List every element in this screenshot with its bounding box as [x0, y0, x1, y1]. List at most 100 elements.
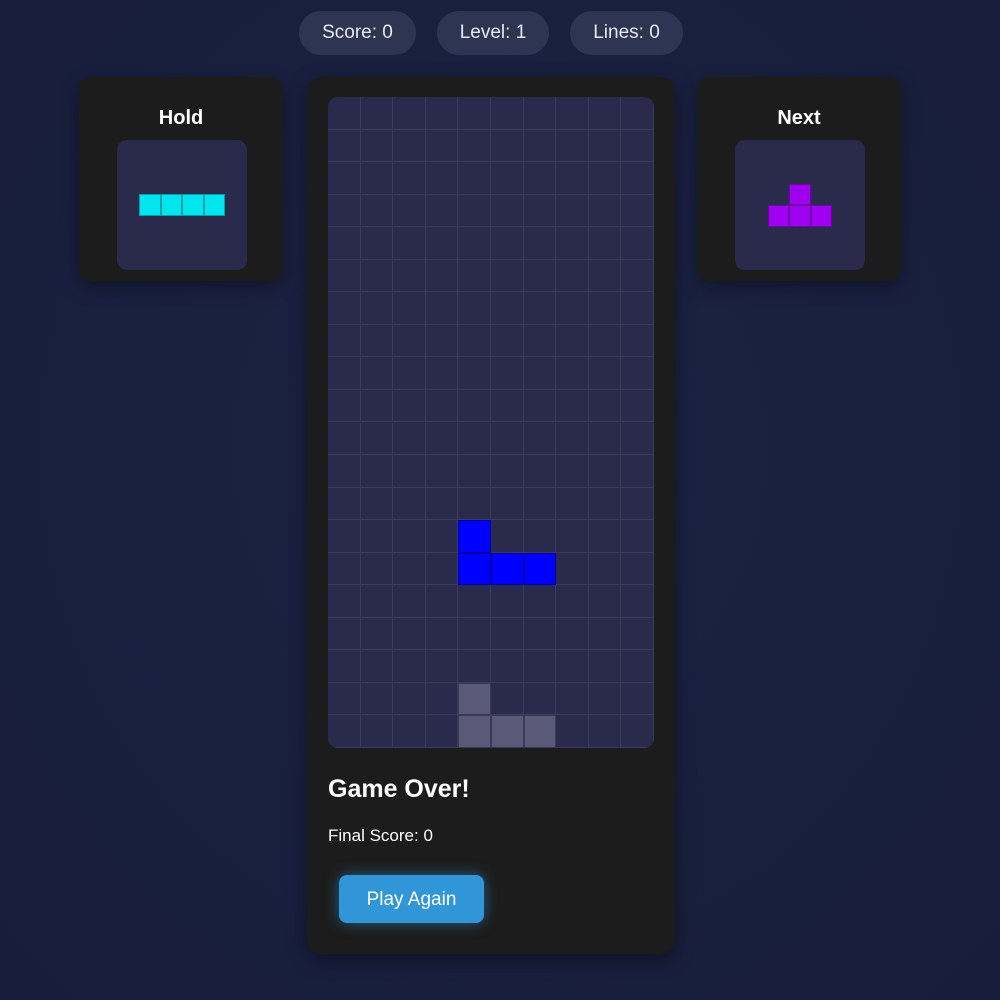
- board-cell: [328, 292, 361, 325]
- board-cell: [328, 682, 361, 716]
- board-cell: [491, 162, 524, 195]
- board-cell: [556, 357, 589, 390]
- board-cell: [328, 129, 361, 163]
- board-cell: [491, 422, 524, 456]
- board-cell: [556, 259, 589, 293]
- next-piece-block: [789, 205, 811, 227]
- board-cell: [458, 259, 491, 293]
- board-cell: [523, 194, 557, 228]
- board-cell: [458, 455, 491, 488]
- board-cell: [393, 194, 426, 228]
- board-cell: [360, 487, 394, 521]
- board-cell: [393, 422, 426, 456]
- board-cell: [458, 422, 491, 456]
- stats-bar: Score: 0 Level: 1 Lines: 0: [0, 11, 1000, 55]
- board-cell: [328, 389, 361, 423]
- board-cell: [425, 455, 459, 488]
- board-cell: [360, 682, 394, 716]
- board-cell: [425, 682, 459, 716]
- active-piece-block: [523, 552, 557, 586]
- lines-display: Lines: 0: [570, 11, 683, 55]
- board-cell: [491, 324, 524, 358]
- board-cell: [588, 259, 622, 293]
- board-cell: [523, 292, 557, 325]
- board-cell: [393, 650, 426, 683]
- board-cell: [360, 715, 394, 748]
- board-cell: [556, 422, 589, 456]
- board-cell: [588, 617, 622, 651]
- board-cell: [393, 682, 426, 716]
- board-cell: [556, 552, 589, 586]
- board-cell: [360, 520, 394, 553]
- board-cell: [621, 324, 654, 358]
- board-cell: [393, 259, 426, 293]
- board-cell: [458, 487, 491, 521]
- ghost-piece-block: [491, 715, 524, 748]
- board-cell: [523, 585, 557, 618]
- board-cell: [458, 324, 491, 358]
- board-cell: [621, 520, 654, 553]
- board-cell: [588, 487, 622, 521]
- board-cell: [523, 162, 557, 195]
- board-cell: [393, 455, 426, 488]
- final-score-value: 0: [423, 826, 433, 845]
- board-cell: [393, 520, 426, 553]
- hold-piece-block: [160, 194, 182, 216]
- board-cell: [588, 324, 622, 358]
- board-cell: [328, 617, 361, 651]
- board-cell: [588, 194, 622, 228]
- board-cell: [425, 650, 459, 683]
- board-cell: [621, 292, 654, 325]
- board-cell: [458, 194, 491, 228]
- board-cell: [491, 455, 524, 488]
- board-cell: [523, 389, 557, 423]
- board-cell: [328, 585, 361, 618]
- board-cell: [328, 650, 361, 683]
- next-piece-block: [789, 183, 811, 205]
- board-cell: [360, 617, 394, 651]
- board-cell: [523, 129, 557, 163]
- board-cell: [588, 129, 622, 163]
- board-cell: [556, 129, 589, 163]
- board-cell: [393, 389, 426, 423]
- board-cell: [393, 552, 426, 586]
- board-cell: [588, 97, 622, 130]
- board-cell: [556, 324, 589, 358]
- board-cell: [360, 455, 394, 488]
- board-cell: [523, 357, 557, 390]
- board-cell: [425, 97, 459, 130]
- board-cell: [393, 585, 426, 618]
- board-cell: [328, 357, 361, 390]
- board-cell: [491, 585, 524, 618]
- level-display: Level: 1: [437, 11, 549, 55]
- board-cell: [491, 389, 524, 423]
- board-cell: [458, 650, 491, 683]
- board-cell: [360, 292, 394, 325]
- board-cell: [556, 650, 589, 683]
- final-score: Final Score: 0: [328, 826, 433, 846]
- board-cell: [523, 324, 557, 358]
- board-cell: [621, 682, 654, 716]
- board-cell: [393, 715, 426, 748]
- board-cell: [621, 422, 654, 456]
- board-cell: [360, 227, 394, 260]
- board-cell: [425, 487, 459, 521]
- board-cell: [588, 520, 622, 553]
- play-again-button[interactable]: Play Again: [339, 875, 484, 923]
- ghost-piece-block: [458, 715, 491, 748]
- board-cell: [621, 487, 654, 521]
- board-cell: [360, 650, 394, 683]
- board-cell: [491, 487, 524, 521]
- board-cell: [393, 227, 426, 260]
- board-cell: [360, 552, 394, 586]
- board-cell: [491, 129, 524, 163]
- board-cell: [523, 650, 557, 683]
- board-cell: [588, 650, 622, 683]
- board-cell: [523, 487, 557, 521]
- board-cell: [588, 682, 622, 716]
- board-cell: [588, 292, 622, 325]
- game-panel: Game Over! Final Score: 0 Play Again: [307, 77, 675, 954]
- board-cell: [360, 324, 394, 358]
- ghost-piece-block: [523, 715, 557, 748]
- board-cell: [588, 585, 622, 618]
